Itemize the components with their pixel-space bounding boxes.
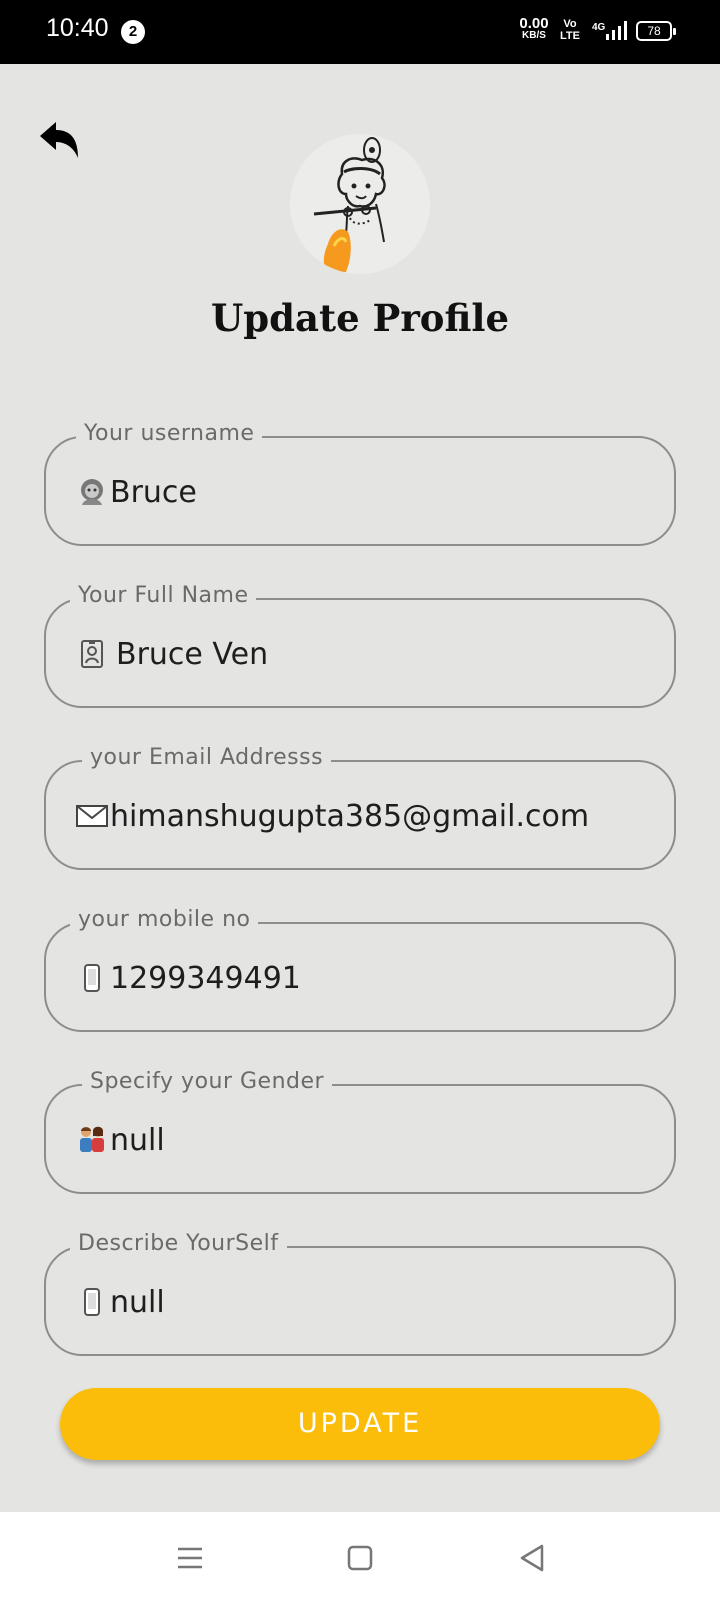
signal-strength-icon	[606, 21, 627, 40]
menu-icon	[178, 1547, 202, 1569]
email-input[interactable]	[110, 798, 650, 834]
volte-bottom: LTE	[560, 30, 580, 42]
battery-icon: 78	[636, 21, 676, 41]
couple-icon	[76, 1124, 108, 1156]
volte-top: Vo	[563, 18, 577, 30]
username-input[interactable]	[110, 474, 650, 510]
full-name-field[interactable]: Your Full Name	[44, 583, 676, 708]
mobile-phone-icon	[76, 1286, 108, 1318]
battery-level: 78	[647, 24, 661, 38]
system-nav-bar	[0, 1512, 720, 1600]
full-name-label: Your Full Name	[70, 583, 257, 608]
back-button[interactable]	[36, 116, 88, 168]
bio-input[interactable]	[110, 1284, 650, 1320]
profile-avatar[interactable]	[290, 134, 430, 274]
status-time: 10:40	[46, 14, 109, 42]
gender-field[interactable]: Specify your Gender	[44, 1069, 676, 1194]
home-square-icon	[347, 1545, 373, 1571]
status-bar: 10:40 2 0.00 KB/S Vo LTE 4G 78	[0, 0, 720, 64]
mobile-field[interactable]: your mobile no	[44, 907, 676, 1032]
username-label: Your username	[76, 421, 263, 446]
volte-indicator: Vo LTE	[560, 18, 580, 42]
menu-button[interactable]	[172, 1540, 208, 1576]
profile-avatar-illustration	[290, 134, 430, 274]
full-name-input[interactable]	[116, 636, 656, 672]
home-button[interactable]	[342, 1540, 378, 1576]
back-triangle-icon	[520, 1544, 544, 1572]
gender-label: Specify your Gender	[82, 1069, 333, 1094]
back-nav-button[interactable]	[514, 1540, 550, 1576]
network-speed-unit: KB/S	[522, 30, 546, 41]
page-title: Update Profile	[211, 296, 509, 340]
mobile-input[interactable]	[110, 960, 650, 996]
reply-arrow-icon	[40, 122, 78, 158]
username-field[interactable]: Your username	[44, 421, 676, 546]
gender-input[interactable]	[110, 1122, 650, 1158]
bio-field[interactable]: Describe YourSelf	[44, 1231, 676, 1356]
id-card-icon	[76, 638, 108, 670]
network-speed-value: 0.00	[519, 15, 549, 32]
notification-count-badge: 2	[121, 20, 145, 44]
mobile-label: your mobile no	[70, 907, 259, 932]
update-button[interactable]: UPDATE	[60, 1388, 660, 1460]
network-speed: 0.00 KB/S	[516, 16, 552, 41]
envelope-icon	[76, 800, 108, 832]
email-label: your Email Addresss	[82, 745, 332, 770]
avatar-emoji-icon	[76, 476, 108, 508]
bio-label: Describe YourSelf	[70, 1231, 287, 1256]
email-field[interactable]: your Email Addresss	[44, 745, 676, 870]
mobile-phone-icon	[76, 962, 108, 994]
